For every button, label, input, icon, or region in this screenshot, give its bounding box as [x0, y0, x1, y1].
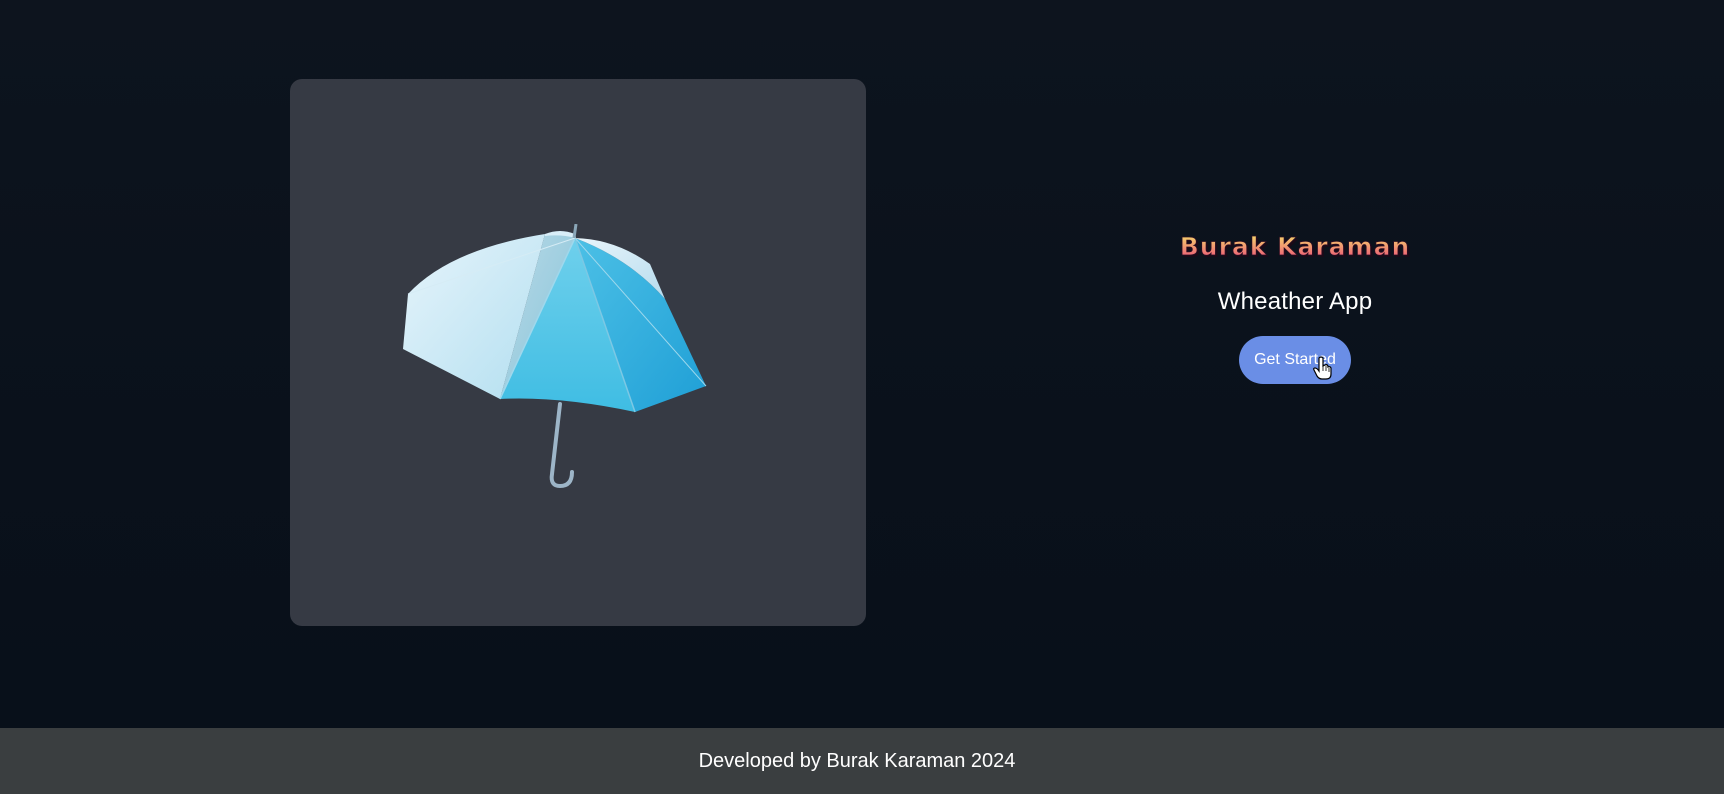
footer-text: Developed by Burak Karaman 2024 [698, 749, 1016, 772]
hero-image-card [290, 79, 866, 626]
umbrella-icon [403, 224, 707, 489]
logo: Burak Karaman Burak Karaman [1179, 232, 1411, 263]
hero-section: Burak Karaman Burak Karaman Wheather App… [1100, 230, 1490, 384]
get-started-button[interactable]: Get Started [1239, 336, 1351, 384]
footer: Developed by Burak Karaman 2024 [0, 728, 1724, 794]
main-section: Burak Karaman Burak Karaman Wheather App… [0, 0, 1724, 728]
app-title: Wheather App [1217, 288, 1373, 315]
hand-pointer-icon [1313, 356, 1332, 380]
logo-text: Burak Karaman [1180, 232, 1411, 261]
